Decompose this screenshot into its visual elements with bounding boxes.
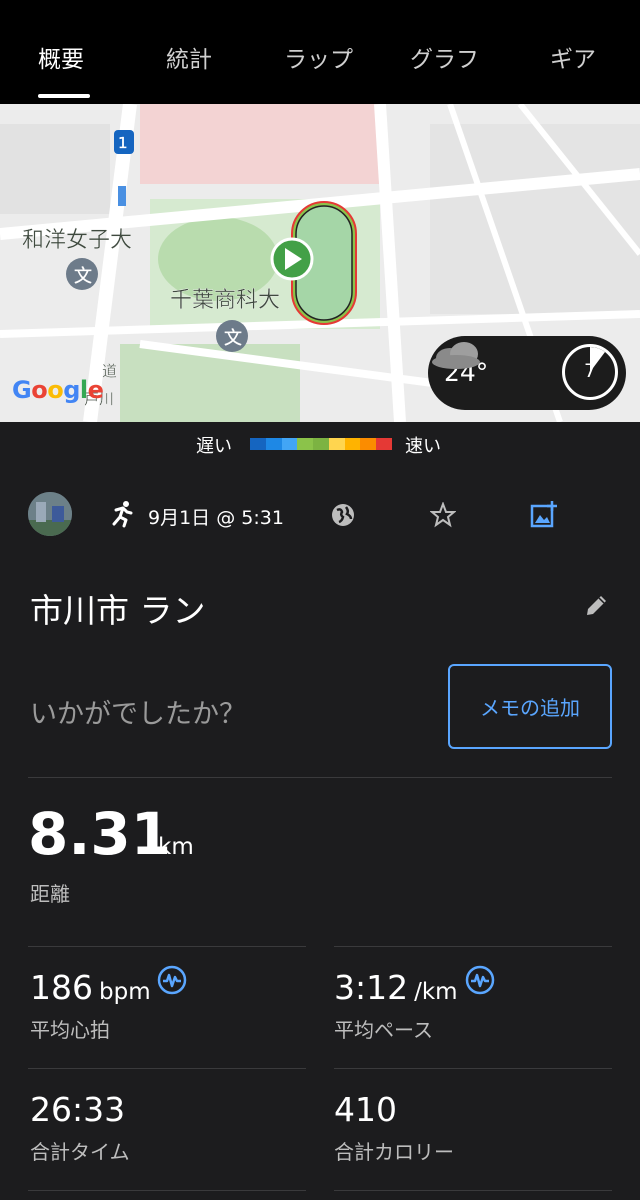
globe-icon[interactable] [330,502,356,528]
moon-day: 7 [583,360,597,382]
route-map[interactable]: 1 文 文 和洋女子大 千葉商科大 道 戸川 Google 24° 7 [0,104,640,422]
tab-stats[interactable]: 統計 [166,40,212,74]
activity-meta-row: 9月1日 @ 5:31 [0,488,640,544]
pace-color-segment [250,438,266,450]
divider [28,946,306,947]
activity-date: 9月1日 @ 5:31 [148,507,284,529]
divider [28,777,612,778]
add-photo-icon[interactable] [530,500,558,528]
tab-overview[interactable]: 概要 [38,40,84,74]
weather-badge[interactable]: 24° 7 [428,336,626,410]
route-number: 1 [118,134,128,152]
tab-gear[interactable]: ギア [550,40,596,74]
heart-rate-zone-icon[interactable] [156,964,188,996]
distance-label: 距離 [30,882,70,906]
distance-value: 8.31 [28,800,172,868]
divider [28,1190,306,1191]
distance-unit: km [158,834,194,860]
avg-pace-value: 3:12/km [334,968,458,1007]
school-icon: 文 [224,328,242,349]
legend-fast-label: 速い [405,436,441,457]
tab-laps[interactable]: ラップ [284,40,353,74]
total-calories-value: 410 [334,1090,397,1129]
pace-color-segment [328,438,345,450]
pace-zone-icon[interactable] [464,964,496,996]
pace-legend: 遅い 速い [0,430,640,462]
school-icon: 文 [74,266,92,287]
edit-icon[interactable] [584,592,610,618]
avg-heart-rate-label: 平均心拍 [30,1018,110,1042]
map-label-road: 道 [102,362,118,380]
map-label-wayo: 和洋女子大 [22,228,133,253]
pace-color-segment [297,438,314,450]
active-tab-indicator [38,94,90,98]
total-time-label: 合計タイム [30,1140,130,1164]
tab-bar: 概要 統計 ラップ グラフ ギア [0,0,640,104]
map-label-chiba: 千葉商科大 [170,288,281,313]
running-icon [112,501,133,528]
pace-color-segment [313,438,329,450]
pace-color-segment [360,438,377,450]
avg-pace-label: 平均ペース [334,1018,433,1042]
pace-color-segment [265,438,282,450]
pace-color-segment [376,438,393,450]
google-logo: Google [12,376,104,404]
star-icon[interactable] [430,502,456,528]
divider [334,1190,612,1191]
total-time-value: 26:33 [30,1090,126,1129]
divider [334,1068,612,1069]
avatar[interactable] [28,492,72,536]
pace-color-bar [250,438,393,450]
tab-graphs[interactable]: グラフ [410,40,479,74]
legend-slow-label: 遅い [196,436,232,457]
total-calories-label: 合計カロリー [334,1140,454,1164]
activity-title: 市川市 ラン [30,591,206,630]
cloud-icon [432,342,480,369]
divider [28,1068,306,1069]
add-memo-button[interactable]: メモの追加 [448,664,612,749]
avg-heart-rate-value: 186 bpm [30,968,151,1007]
moon-phase-icon: 7 [562,344,618,400]
divider [334,946,612,947]
pace-color-segment [281,438,298,450]
how-was-it-prompt[interactable]: いかがでしたか？ [30,692,246,731]
pace-color-segment [344,438,361,450]
